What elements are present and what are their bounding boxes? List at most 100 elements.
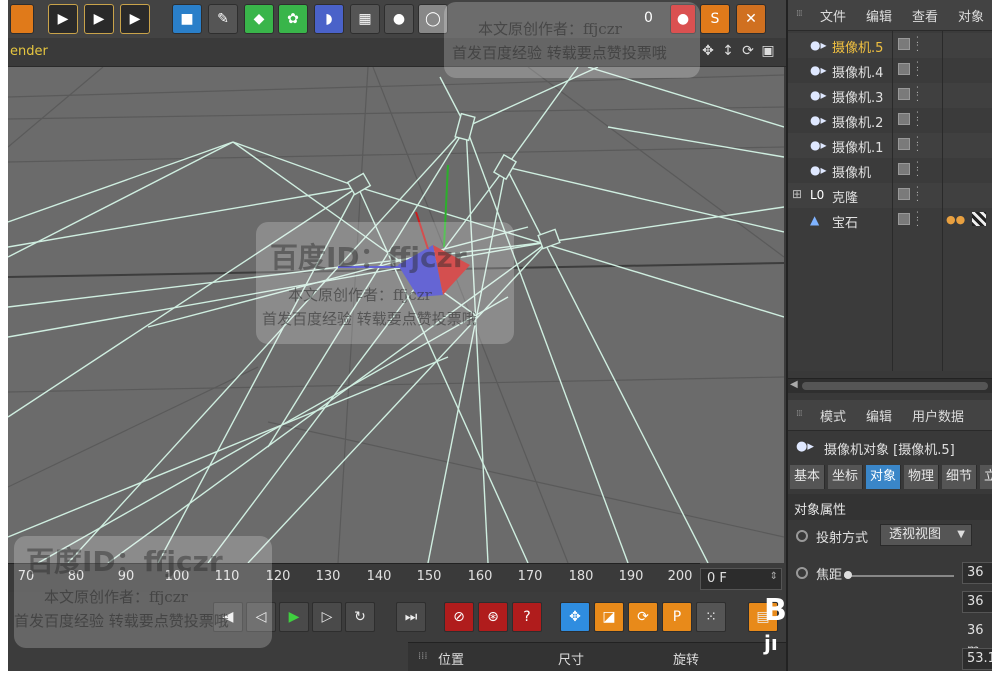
expand-icon[interactable]: ⊞ [792, 187, 802, 201]
menu-edit[interactable]: 编辑 [866, 6, 892, 25]
slider-knob[interactable] [844, 571, 852, 579]
tab-object[interactable]: 对象 [866, 465, 902, 489]
pen-icon[interactable]: ✎ [208, 4, 238, 34]
scrollbar-thumb[interactable] [802, 382, 988, 390]
layer-tag-icon[interactable] [898, 113, 910, 125]
watermark-note: 首发百度经验 转载要点赞投票哦 [262, 310, 477, 328]
visibility-dots-icon[interactable]: ⁚ ⁚ [916, 62, 919, 79]
object-row[interactable]: ●▸ 摄像机.2 ⁚ ⁚ [788, 108, 992, 133]
menu-view[interactable]: 查看 [912, 6, 938, 25]
focal-length-field[interactable]: 36 [962, 562, 992, 584]
projection-select[interactable]: 透视视图 ▼ [880, 524, 972, 546]
visibility-dots-icon[interactable]: ⁚ ⁚ [916, 162, 919, 179]
cube-icon[interactable]: ■ [172, 4, 202, 34]
tab-details[interactable]: 细节 [942, 465, 978, 489]
layer-tag-icon[interactable] [898, 138, 910, 150]
move-tool-icon[interactable]: ✥ [560, 602, 590, 632]
object-name[interactable]: 摄像机.3 [832, 87, 883, 106]
object-list-scrollbar[interactable]: ◀ [788, 378, 992, 393]
menu-user-data[interactable]: 用户数据 [912, 406, 964, 425]
axis-icon[interactable]: ✕ [736, 4, 766, 34]
visibility-dots-icon[interactable]: ⁚ ⁚ [916, 87, 919, 104]
chevron-down-icon: ▼ [957, 529, 965, 540]
cloner-icon[interactable]: ✿ [278, 4, 308, 34]
attribute-manager-menu: ⁞⁞⁞ 模式 编辑 用户数据 [788, 400, 992, 431]
layer-tag-icon[interactable] [898, 163, 910, 175]
rotate-icon[interactable]: ⟳ [740, 43, 756, 59]
tab-coordinates[interactable]: 坐标 [828, 465, 864, 489]
scroll-left-icon[interactable]: ◀ [790, 379, 798, 390]
object-name[interactable]: 摄像机.4 [832, 62, 883, 81]
object-row[interactable]: ▲ 宝石 ⁚ ⁚ ●● [788, 208, 992, 233]
grip-icon[interactable]: ⁞⁞⁞ [796, 9, 803, 19]
subdivision-icon[interactable]: ◆ [244, 4, 274, 34]
visibility-dots-icon[interactable]: ⁚ ⁚ [916, 187, 919, 204]
object-list[interactable]: ●▸ 摄像机.5 ⁚ ⁚ ●▸ 摄像机.4 ⁚ ⁚ ●▸ 摄像机.3 ⁚ ⁚ ●▸ 摄… [788, 31, 992, 371]
texture-tag-icon[interactable] [972, 212, 986, 226]
deformer-icon[interactable]: ◗ [314, 4, 344, 34]
object-row[interactable]: ●▸ 摄像机.4 ⁚ ⁚ [788, 58, 992, 83]
visibility-dots-icon[interactable]: ⁚ ⁚ [916, 112, 919, 129]
loop-icon[interactable]: ↻ [345, 602, 375, 632]
undo-icon[interactable] [10, 4, 34, 34]
menu-mode[interactable]: 模式 [820, 406, 846, 425]
record-active-icon[interactable]: ⊘ [444, 602, 474, 632]
object-row[interactable]: ⊞ L0 克隆 ⁚ ⁚ [788, 183, 992, 208]
layer-tag-icon[interactable] [898, 213, 910, 225]
camera-icon: ●▸ [810, 163, 827, 177]
parameter-icon[interactable]: P [662, 602, 692, 632]
focal-length-slider[interactable] [844, 571, 954, 579]
snap-icon[interactable]: S [700, 4, 730, 34]
floor-icon[interactable]: ▦ [350, 4, 380, 34]
camera-icon[interactable]: ● [384, 4, 414, 34]
sensor-size-field[interactable]: 36 [962, 591, 992, 613]
object-name[interactable]: 摄像机.1 [832, 137, 883, 156]
timeline-tick: 180 [568, 569, 594, 584]
autokey-icon[interactable]: ⊛ [478, 602, 508, 632]
object-name[interactable]: 摄像机.2 [832, 112, 883, 131]
point-grid-icon[interactable]: ⁙ [696, 602, 726, 632]
visibility-dots-icon[interactable]: ⁚ ⁚ [916, 137, 919, 154]
menu-file[interactable]: 文件 [820, 6, 846, 25]
tab-physical[interactable]: 物理 [904, 465, 940, 489]
object-name[interactable]: 摄像机.5 [832, 37, 883, 56]
object-name[interactable]: 摄像机 [832, 162, 871, 181]
object-row[interactable]: ●▸ 摄像机 ⁚ ⁚ [788, 158, 992, 183]
stepper-arrows-icon[interactable]: ⇕ [770, 571, 778, 582]
field-of-view-field[interactable]: 53.1 [962, 648, 992, 670]
layer-tag-icon[interactable] [898, 88, 910, 100]
goto-end-icon[interactable]: ⏭ [396, 602, 426, 632]
menu-edit[interactable]: 编辑 [866, 406, 892, 425]
visibility-dots-icon[interactable]: ⁚ ⁚ [916, 37, 919, 54]
menu-object[interactable]: 对象 [958, 6, 984, 25]
object-name[interactable]: 克隆 [832, 187, 858, 206]
object-row[interactable]: ●▸ 摄像机.3 ⁚ ⁚ [788, 83, 992, 108]
layer-tag-icon[interactable] [898, 63, 910, 75]
grip-icon[interactable]: ⁞⁞⁞ [418, 651, 428, 662]
step-forward-icon[interactable]: ▷ [312, 602, 342, 632]
projection-radio[interactable] [796, 530, 808, 542]
scale-tool-icon[interactable]: ◪ [594, 602, 624, 632]
layer-tag-icon[interactable] [898, 188, 910, 200]
rotate-tool-icon[interactable]: ⟳ [628, 602, 658, 632]
focal-radio[interactable] [796, 567, 808, 579]
zoom-icon[interactable]: ↕ [720, 43, 736, 59]
film-size-field[interactable]: 36 m [962, 620, 992, 658]
tab-basic[interactable]: 基本 [790, 465, 826, 489]
material-tag-icon[interactable]: ●● [946, 213, 965, 226]
move-icon[interactable]: ✥ [700, 43, 716, 59]
object-name[interactable]: 宝石 [832, 212, 858, 231]
layer-tag-icon[interactable] [898, 38, 910, 50]
render-settings-icon[interactable]: ▶ [120, 4, 150, 34]
grip-icon[interactable]: ⁞⁞⁞ [796, 409, 803, 419]
render-view-icon[interactable]: ▶ [48, 4, 78, 34]
play-forward-icon[interactable]: ▶ [279, 602, 309, 632]
tab-stereo[interactable]: 立 [980, 465, 992, 489]
object-row[interactable]: ●▸ 摄像机.5 ⁚ ⁚ [788, 33, 992, 58]
current-frame-field[interactable]: 0 F ⇕ [700, 568, 782, 590]
object-row[interactable]: ●▸ 摄像机.1 ⁚ ⁚ [788, 133, 992, 158]
visibility-dots-icon[interactable]: ⁚ ⁚ [916, 212, 919, 229]
keyframe-help-icon[interactable]: ? [512, 602, 542, 632]
render-picture-viewer-icon[interactable]: ▶ [84, 4, 114, 34]
maximize-icon[interactable]: ▣ [760, 43, 776, 59]
